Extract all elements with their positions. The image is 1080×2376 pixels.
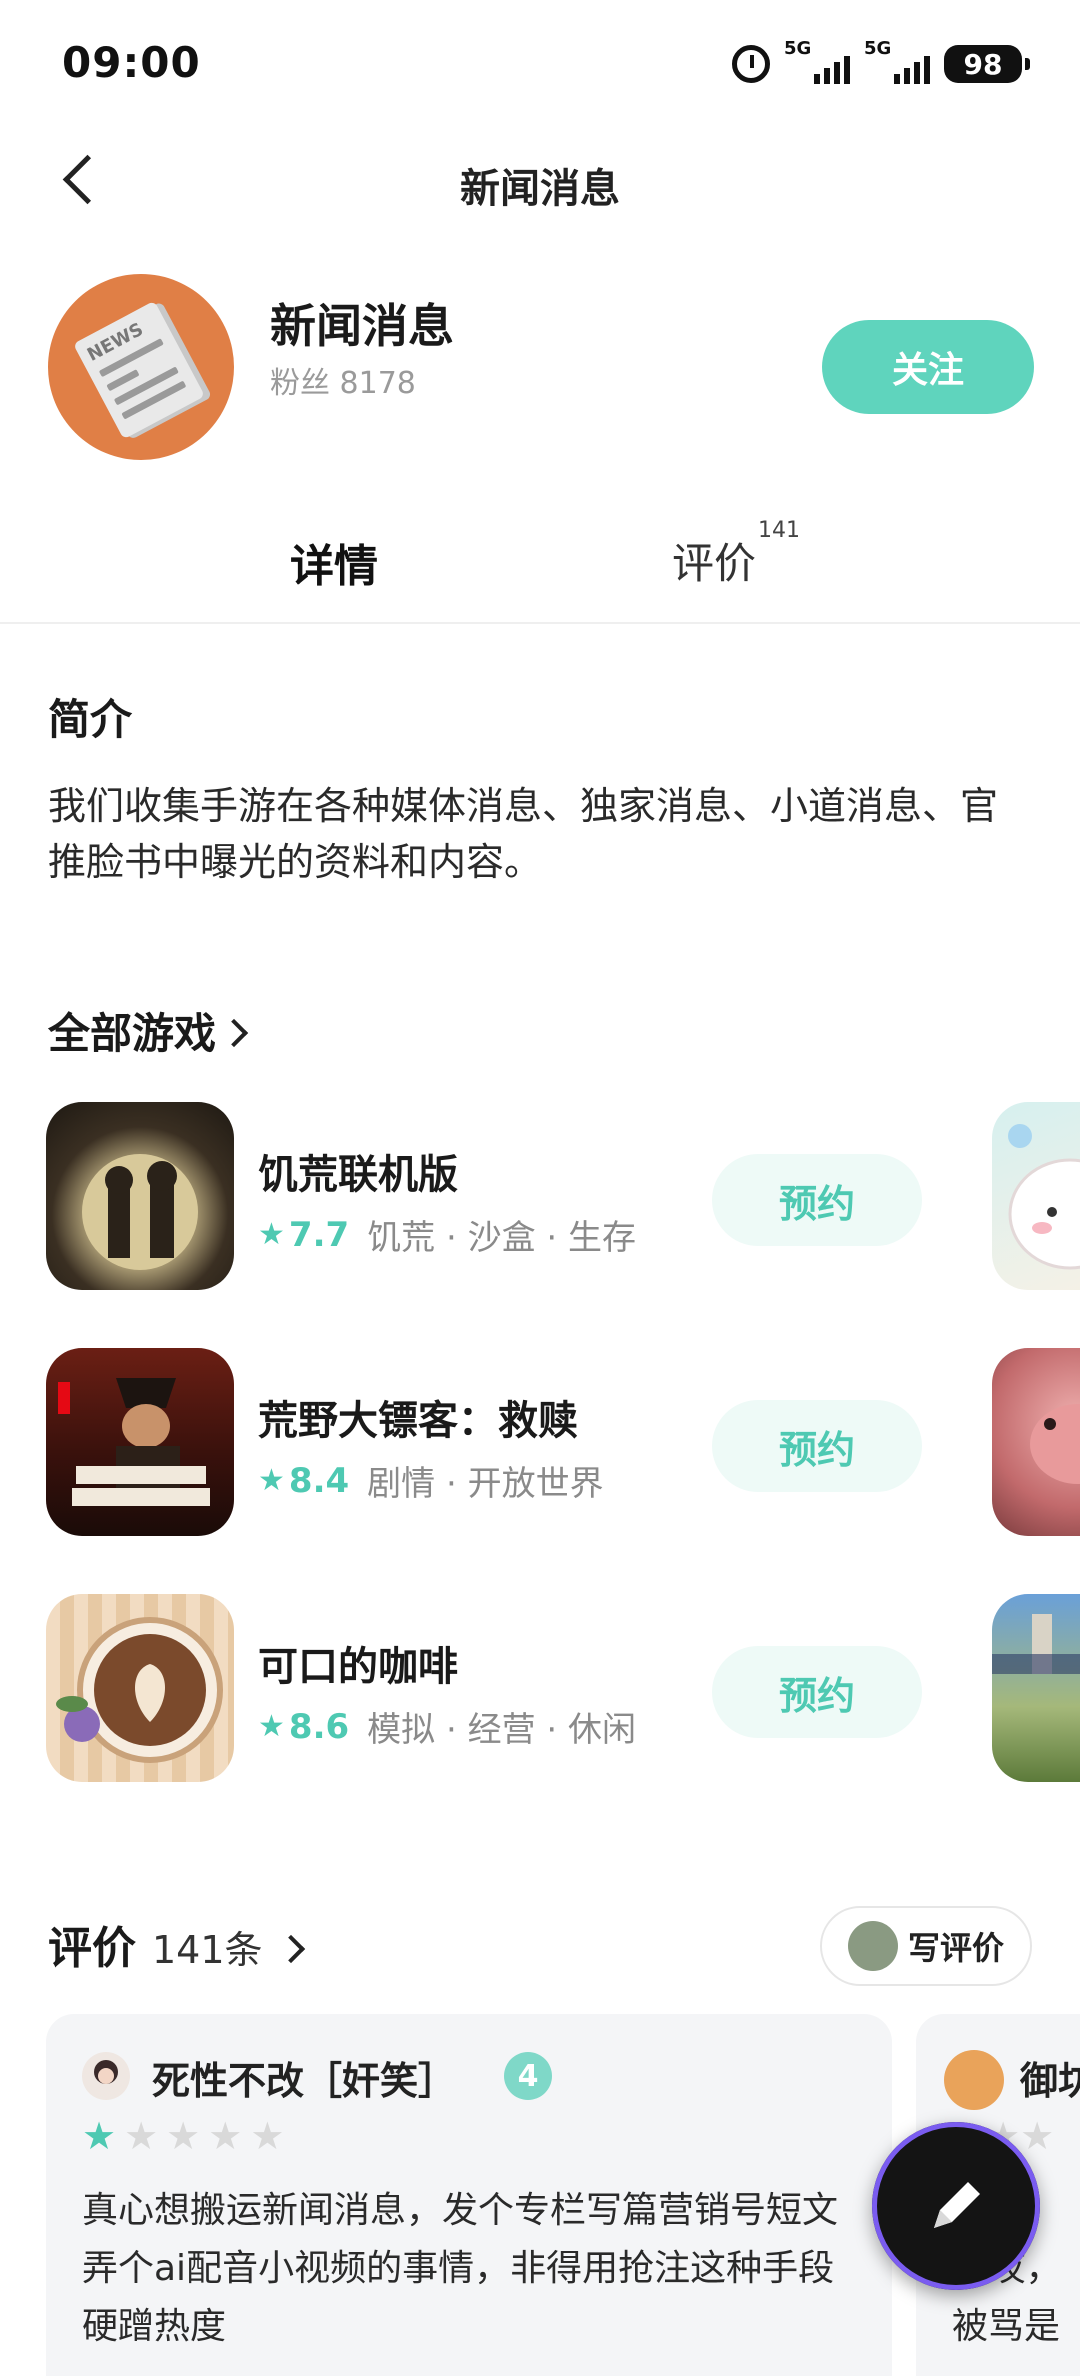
star-icon: ★ [124,2114,159,2158]
review-card[interactable]: 死性不改［奸笑］ 4 ★ ★ ★ ★ ★ 真心想搬运新闻消息，发个专栏写篇营销号… [46,2014,892,2376]
avatar [82,2052,130,2100]
status-icons: 5G 5G 98 [732,38,1030,88]
profile-header: NEWS 新闻消息 粉丝 8178 关注 [0,270,1080,470]
star-icon: ★ [258,1217,285,1252]
fans-count: 粉丝 8178 [270,366,416,401]
game-tags: 剧情 · 开放世界 [367,1464,604,1504]
star-icon: ★ [166,2114,201,2158]
battery-icon: 98 [944,45,1030,83]
follow-button[interactable]: 关注 [822,320,1034,414]
reviews-count: 141条 [152,1928,263,1972]
alarm-icon [732,45,770,83]
avatar [847,1921,898,1971]
game-name: 饥荒联机版 [258,1152,458,1198]
reviews-title: 评价 [48,1923,136,1974]
intro-text: 我们收集手游在各种媒体消息、独家消息、小道消息、官推脸书中曝光的资料和内容。 [48,784,999,884]
game-meta: ★ 8.4 剧情 · 开放世界 [258,1456,604,1505]
star-icon: ★ [208,2114,243,2158]
review-rating: ★ ★ ★ ★ ★ [82,2114,284,2158]
game-icon [46,1594,234,1782]
chevron-right-icon [219,1018,249,1047]
profile-name: 新闻消息 [270,299,454,353]
status-time: 09:00 [62,38,201,87]
tab-details[interactable]: 详情 [290,530,378,594]
star-icon: ★ [250,2114,285,2158]
write-review-button[interactable]: 写评价 [820,1906,1032,1986]
game-score: 8.6 [288,1706,350,1747]
all-games-link[interactable]: 全部游戏 [48,1000,249,1061]
avatar [944,2050,1004,2110]
game-name: 荒野大镖客：救赎 [258,1398,578,1444]
game-item[interactable]: 饥荒联机版 ★ 7.7 饥荒 · 沙盒 · 生存 预约 [0,1102,1080,1292]
game-score: 8.4 [288,1460,350,1501]
tab-reviews[interactable]: 评价 141 [672,518,800,591]
page-title: 新闻消息 [460,166,620,212]
game-icon-peek[interactable] [992,1348,1080,1536]
game-score: 7.7 [288,1214,350,1255]
game-item[interactable]: 荒野大镖客：救赎 ★ 8.4 剧情 · 开放世界 预约 [0,1348,1080,1538]
reviews-link[interactable]: 评价 141条 [48,1912,305,1976]
star-icon: ★ [82,2114,117,2158]
signal-icon: 5G [784,38,850,84]
game-item[interactable]: 可口的咖啡 ★ 8.6 模拟 · 经营 · 休闲 预约 [0,1594,1080,1784]
reserve-button[interactable]: 预约 [712,1400,922,1492]
nav-bar: 新闻消息 [0,130,1080,230]
review-text: 真心想搬运新闻消息，发个专栏写篇营销号短文弄个ai配音小视频的事情，非得用抢注这… [82,2190,839,2347]
game-tags: 模拟 · 经营 · 休闲 [367,1710,636,1750]
tab-bar: 详情 评价 141 [0,500,1080,624]
intro-title: 简介 [48,695,133,744]
reserve-button[interactable]: 预约 [712,1154,922,1246]
user-level-badge: 4 [504,2052,552,2100]
review-user-name: 死性不改［奸笑］ [152,2059,457,2103]
pen-icon [934,2182,980,2228]
star-icon: ★ [258,1709,285,1744]
game-icon [46,1102,234,1290]
signal-icon-2: 5G [864,38,930,84]
game-icon-peek[interactable] [992,1594,1080,1782]
status-bar: 09:00 5G 5G 98 [0,0,1080,130]
game-icon [46,1348,234,1536]
game-icon-peek[interactable] [992,1102,1080,1290]
tab-reviews-badge: 141 [758,518,801,543]
reserve-button[interactable]: 预约 [712,1646,922,1738]
game-meta: ★ 8.6 模拟 · 经营 · 休闲 [258,1702,636,1751]
newspaper-icon: NEWS [73,300,205,440]
game-tags: 饥荒 · 沙盒 · 生存 [367,1218,636,1258]
chevron-right-icon [276,1934,305,1964]
compose-button[interactable] [872,2122,1040,2290]
game-meta: ★ 7.7 饥荒 · 沙盒 · 生存 [258,1210,636,1259]
avatar[interactable]: NEWS [48,274,234,460]
game-name: 可口的咖啡 [258,1644,458,1690]
review-user-name: 御坊 [1020,2059,1080,2103]
star-icon: ★ [258,1463,285,1498]
